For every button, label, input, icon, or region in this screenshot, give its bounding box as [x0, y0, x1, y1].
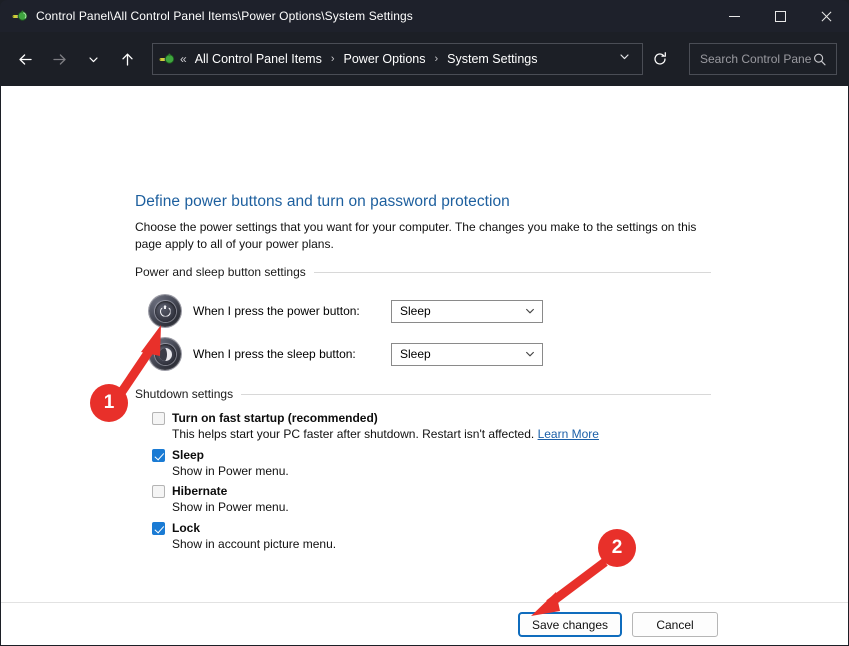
checkbox-row[interactable]: Hibernate	[152, 484, 289, 499]
setting-sleep: Sleep Show in Power menu.	[152, 448, 289, 479]
section-rule	[314, 272, 711, 273]
checkbox-fast-startup[interactable]	[152, 412, 165, 425]
content-pane: Define power buttons and turn on passwor…	[1, 86, 848, 645]
window-title: Control Panel\All Control Panel Items\Po…	[36, 9, 413, 23]
footer-buttons: Save changes Cancel	[518, 612, 718, 637]
power-symbol-icon	[160, 306, 171, 317]
navigation-bar: « All Control Panel Items › Power Option…	[0, 32, 849, 86]
recent-locations-button[interactable]	[76, 42, 110, 76]
annotation-badge-1: 1	[90, 384, 128, 422]
description-text: This helps start your PC faster after sh…	[172, 427, 534, 441]
cancel-button[interactable]: Cancel	[632, 612, 718, 637]
close-button[interactable]	[803, 0, 849, 32]
section-header-shutdown: Shutdown settings	[135, 387, 711, 401]
save-changes-button[interactable]: Save changes	[518, 612, 622, 637]
breadcrumb-separator[interactable]: ›	[434, 54, 438, 65]
breadcrumb-item-system-settings[interactable]: System Settings	[445, 49, 539, 69]
minimize-button[interactable]	[711, 0, 757, 32]
annotation-badge-2: 2	[598, 529, 636, 567]
checkbox-row[interactable]: Lock	[152, 521, 336, 536]
address-dropdown-button[interactable]	[610, 45, 638, 73]
description-fast-startup: This helps start your PC faster after sh…	[172, 426, 599, 442]
description-sleep: Show in Power menu.	[172, 463, 289, 479]
minimize-icon	[729, 16, 740, 17]
control-panel-icon	[12, 8, 28, 24]
chevron-down-icon	[618, 50, 631, 68]
refresh-icon	[652, 51, 668, 67]
sleep-button-label: When I press the sleep button:	[193, 347, 391, 361]
label-lock: Lock	[172, 521, 200, 536]
footer-divider	[1, 602, 848, 603]
label-hibernate: Hibernate	[172, 484, 227, 499]
label-sleep: Sleep	[172, 448, 204, 463]
search-input[interactable]	[700, 52, 812, 66]
sleep-button-action-value: Sleep	[400, 347, 524, 361]
breadcrumb-item-power-options[interactable]: Power Options	[342, 49, 428, 69]
checkbox-row[interactable]: Turn on fast startup (recommended)	[152, 411, 599, 426]
label-fast-startup: Turn on fast startup (recommended)	[172, 411, 378, 426]
setting-hibernate: Hibernate Show in Power menu.	[152, 484, 289, 515]
sleep-button-icon	[149, 338, 181, 370]
breadcrumb-item-all-control-panel-items[interactable]: All Control Panel Items	[193, 49, 324, 69]
title-bar: Control Panel\All Control Panel Items\Po…	[0, 0, 849, 32]
checkbox-sleep[interactable]	[152, 449, 165, 462]
checkbox-row[interactable]: Sleep	[152, 448, 289, 463]
power-button-label: When I press the power button:	[193, 304, 391, 318]
back-arrow-icon	[17, 51, 34, 68]
power-button-setting-row: When I press the power button: Sleep	[149, 297, 543, 325]
checkbox-hibernate[interactable]	[152, 485, 165, 498]
page-description: Choose the power settings that you want …	[135, 219, 701, 253]
control-panel-window: Control Panel\All Control Panel Items\Po…	[0, 0, 849, 646]
power-button-action-value: Sleep	[400, 304, 524, 318]
breadcrumb-overflow[interactable]: «	[180, 53, 187, 65]
power-button-action-select[interactable]: Sleep	[391, 300, 543, 323]
checkbox-lock[interactable]	[152, 522, 165, 535]
section-title-shutdown: Shutdown settings	[135, 387, 241, 401]
power-button-icon	[149, 295, 181, 327]
sleep-button-icon-inner	[155, 344, 176, 365]
breadcrumb-separator[interactable]: ›	[331, 54, 335, 65]
section-title-power-sleep: Power and sleep button settings	[135, 265, 314, 279]
section-rule	[241, 394, 711, 395]
sleep-button-setting-row: When I press the sleep button: Sleep	[149, 340, 543, 368]
power-button-icon-inner	[155, 301, 176, 322]
back-button[interactable]	[8, 42, 42, 76]
close-icon	[820, 10, 833, 23]
page-title: Define power buttons and turn on passwor…	[135, 193, 510, 211]
window-controls	[711, 0, 849, 32]
description-hibernate: Show in Power menu.	[172, 499, 289, 515]
maximize-button[interactable]	[757, 0, 803, 32]
up-button[interactable]	[110, 42, 144, 76]
address-bar[interactable]: « All Control Panel Items › Power Option…	[152, 43, 643, 75]
breadcrumb-control-panel-icon	[159, 51, 175, 67]
sleep-button-action-select[interactable]: Sleep	[391, 343, 543, 366]
moon-symbol-icon	[159, 348, 172, 361]
setting-fast-startup: Turn on fast startup (recommended) This …	[152, 411, 599, 442]
up-arrow-icon	[119, 51, 136, 68]
search-icon[interactable]	[812, 52, 828, 67]
chevron-down-icon	[87, 53, 100, 66]
chevron-down-icon	[524, 348, 536, 360]
chevron-down-icon	[524, 305, 536, 317]
section-header-power-sleep: Power and sleep button settings	[135, 265, 711, 279]
forward-arrow-icon	[51, 51, 68, 68]
refresh-button[interactable]	[643, 42, 677, 76]
setting-lock: Lock Show in account picture menu.	[152, 521, 336, 552]
learn-more-link[interactable]: Learn More	[538, 427, 599, 441]
search-box[interactable]	[689, 43, 837, 75]
description-lock: Show in account picture menu.	[172, 536, 336, 552]
maximize-icon	[775, 11, 786, 22]
forward-button[interactable]	[42, 42, 76, 76]
